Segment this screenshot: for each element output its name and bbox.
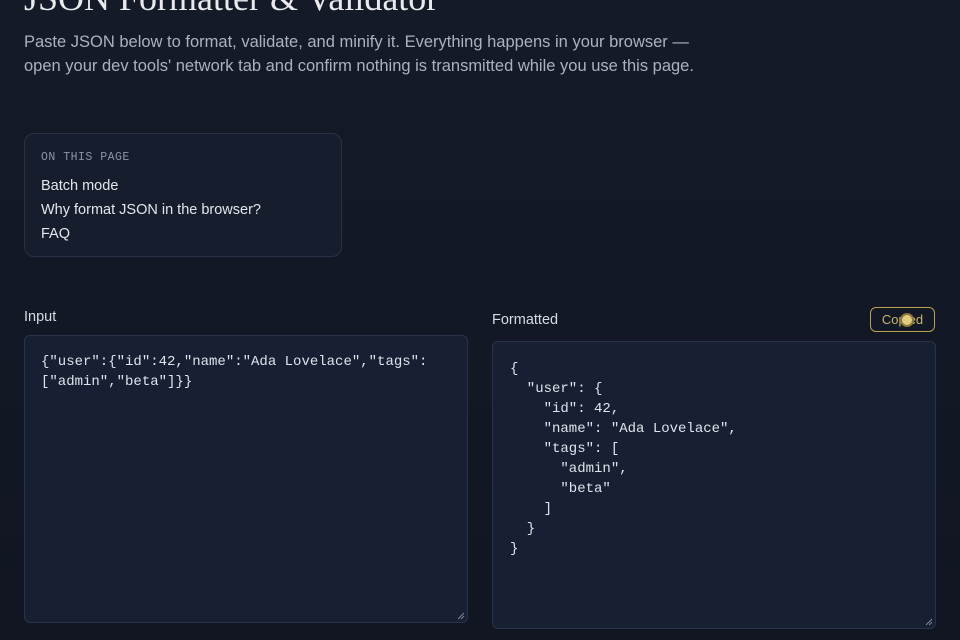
page-title: JSON Formatter & Validator — [24, 0, 438, 18]
json-input-textarea[interactable]: {"user":{"id":42,"name":"Ada Lovelace","… — [24, 335, 468, 623]
toc-link-batch-mode[interactable]: Batch mode — [41, 174, 325, 198]
json-formatter-page: JSON Formatter & Validator Paste JSON be… — [0, 0, 960, 640]
formatted-json-output[interactable]: { "user": { "id": 42, "name": "Ada Lovel… — [492, 341, 936, 629]
input-label: Input — [24, 309, 57, 325]
toc-heading: ON THIS PAGE — [41, 151, 130, 164]
toc-link-why-format[interactable]: Why format JSON in the browser? — [41, 198, 325, 222]
toc-link-faq[interactable]: FAQ — [41, 222, 325, 246]
copy-button[interactable]: Copied — [870, 307, 935, 332]
page-intro: Paste JSON below to format, validate, an… — [24, 33, 694, 75]
table-of-contents: ON THIS PAGE Batch mode Why format JSON … — [24, 133, 342, 257]
formatted-label: Formatted — [492, 312, 559, 328]
